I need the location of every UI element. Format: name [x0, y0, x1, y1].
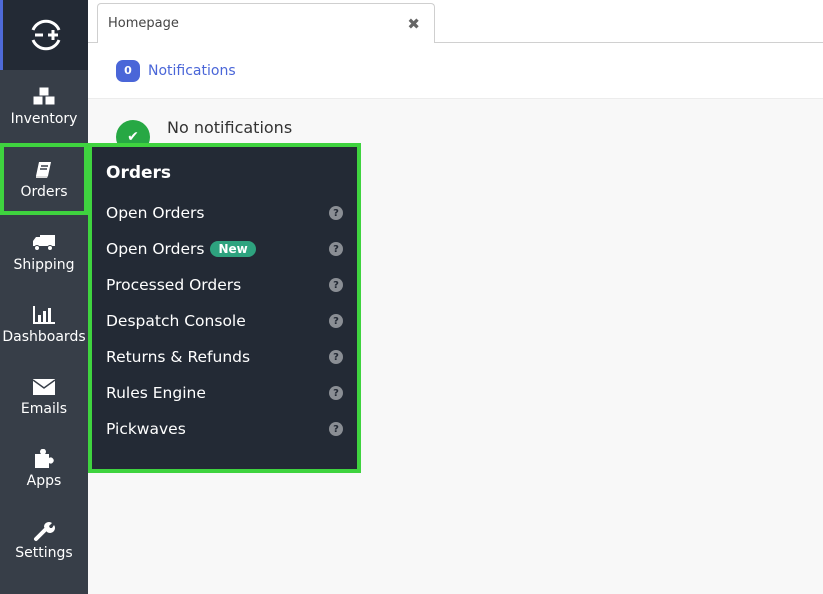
puzzle-icon	[33, 448, 55, 470]
book-icon	[34, 159, 54, 181]
menu-item-processed-orders[interactable]: Processed Orders ?	[106, 267, 343, 303]
menu-item-label: Despatch Console	[106, 312, 246, 330]
tab-homepage[interactable]: Homepage ✖	[97, 3, 435, 43]
help-icon[interactable]: ?	[329, 206, 343, 220]
help-icon[interactable]: ?	[329, 386, 343, 400]
sidebar-item-label: Shipping	[13, 256, 75, 273]
menu-item-label: Rules Engine	[106, 384, 206, 402]
sidebar-item-orders[interactable]: Orders	[0, 143, 88, 215]
menu-item-pickwaves[interactable]: Pickwaves ?	[106, 411, 343, 447]
help-icon[interactable]: ?	[329, 422, 343, 436]
sidebar-item-label: Apps	[26, 472, 62, 489]
menu-item-label: Open Orders	[106, 240, 205, 258]
orders-flyout-menu: Orders Open Orders ? Open Orders New ? P…	[88, 143, 361, 473]
empty-notifications-text: No notifications	[167, 118, 293, 137]
menu-item-rules-engine[interactable]: Rules Engine ?	[106, 375, 343, 411]
sidebar-item-label: Inventory	[10, 110, 78, 127]
envelope-icon	[33, 376, 55, 398]
truck-icon	[32, 232, 56, 254]
sidebar-item-dashboards[interactable]: Dashboards	[0, 288, 88, 360]
sidebar-item-settings[interactable]: Settings	[0, 504, 88, 576]
sidebar-item-label: Dashboards	[2, 328, 86, 345]
logo[interactable]	[0, 0, 88, 70]
linnworks-logo-icon	[31, 19, 60, 51]
menu-item-open-orders[interactable]: Open Orders ?	[106, 195, 343, 231]
notification-count-badge: 0	[116, 59, 140, 82]
menu-item-label: Processed Orders	[106, 276, 242, 294]
sidebar-item-label: Orders	[20, 183, 68, 200]
close-icon[interactable]: ✖	[407, 15, 420, 33]
menu-item-open-orders-new[interactable]: Open Orders New ?	[106, 231, 343, 267]
sidebar-item-shipping[interactable]: Shipping	[0, 216, 88, 288]
menu-item-label: Returns & Refunds	[106, 348, 251, 366]
wrench-icon	[33, 520, 55, 542]
new-badge: New	[210, 241, 256, 257]
help-icon[interactable]: ?	[329, 278, 343, 292]
sidebar-item-emails[interactable]: Emails	[0, 360, 88, 432]
sidebar-item-label: Emails	[20, 400, 68, 417]
menu-item-returns-refunds[interactable]: Returns & Refunds ?	[106, 339, 343, 375]
sidebar-item-label: Settings	[15, 544, 73, 561]
help-icon[interactable]: ?	[329, 314, 343, 328]
tab-bar: Homepage ✖	[88, 0, 823, 43]
flyout-title: Orders	[106, 163, 172, 183]
sidebar: Inventory Orders Shipping Dashboards Ema…	[0, 0, 88, 594]
sidebar-item-inventory[interactable]: Inventory	[0, 70, 88, 142]
cubes-icon	[31, 86, 57, 108]
sidebar-item-apps[interactable]: Apps	[0, 432, 88, 504]
menu-item-label: Open Orders	[106, 204, 205, 222]
tab-label: Homepage	[108, 16, 179, 31]
notifications-link[interactable]: Notifications	[148, 63, 236, 79]
notifications-bar: 0 Notifications	[88, 43, 823, 99]
help-icon[interactable]: ?	[329, 350, 343, 364]
menu-item-despatch-console[interactable]: Despatch Console ?	[106, 303, 343, 339]
bar-chart-icon	[32, 304, 56, 326]
menu-item-label: Pickwaves	[106, 420, 186, 438]
help-icon[interactable]: ?	[329, 242, 343, 256]
